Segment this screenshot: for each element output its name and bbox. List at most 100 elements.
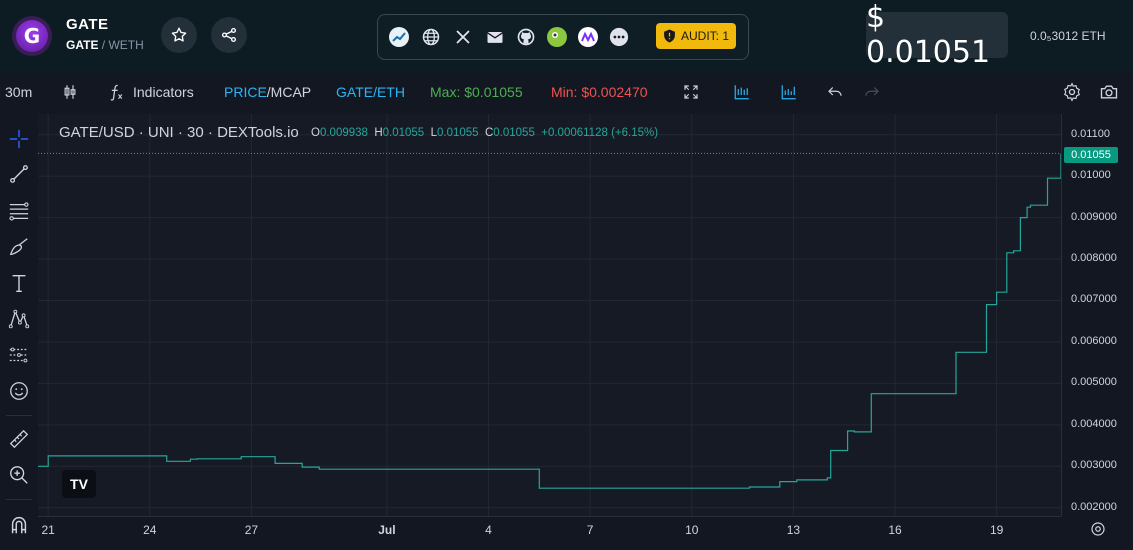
magnet-icon [11, 516, 27, 534]
chart-toolbar: 30m Indicators PRICE/MCAP GATE/ETH Max: … [0, 72, 1133, 112]
fullscreen-button[interactable] [681, 82, 701, 102]
token-logo: G [12, 16, 52, 56]
header-bar: G GATE GATE / WETH AUDIT: 1 $ 0.01051 0.… [0, 0, 1133, 72]
chart-title: GATE/USD · UNI · 30 · DEXTools.io [59, 124, 299, 141]
function-icon [110, 84, 123, 101]
redo-button[interactable] [862, 82, 882, 102]
y-tick-label: 0.01000 [1071, 169, 1111, 182]
x-tick-label: Jul [378, 523, 396, 537]
zoom-in-icon [10, 466, 28, 484]
fib-tool[interactable] [7, 199, 31, 223]
social-links-bar: AUDIT: 1 [377, 14, 749, 60]
pair-toggle[interactable]: GATE/ETH [336, 84, 405, 100]
trend-line-icon [10, 165, 28, 183]
x-tick-label: 24 [143, 523, 157, 537]
usd-price: $ 0.01051 [866, 0, 1008, 70]
website-link[interactable] [420, 26, 442, 48]
y-tick-label: 0.007000 [1071, 293, 1117, 306]
crosshair-tool[interactable] [7, 127, 31, 151]
trend-line-tool[interactable] [7, 162, 31, 186]
star-icon [171, 27, 187, 42]
zoom-tool[interactable] [7, 463, 31, 487]
line-chart-icon [781, 85, 796, 100]
price-axis[interactable]: 0.01100 0.01000 0.009000 0.008000 0.007000 0.… [1061, 114, 1133, 516]
high-value: 0.01055 [382, 127, 425, 139]
ruler-tool[interactable] [7, 427, 31, 451]
undo-button[interactable] [825, 82, 845, 102]
chart-settings-button[interactable] [1062, 82, 1082, 102]
y-tick-label: 0.004000 [1071, 417, 1117, 430]
line-view-button[interactable] [779, 82, 799, 102]
current-price-tag: 0.01055 [1064, 147, 1118, 163]
mail-icon [487, 32, 503, 43]
max-price: Max: $0.01055 [430, 84, 523, 100]
y-tick-label: 0.01100 [1071, 127, 1110, 140]
tradingview-logo[interactable]: TV [62, 470, 96, 498]
magnet-tool[interactable] [7, 513, 31, 537]
price-mcap-toggle[interactable]: PRICE/MCAP [224, 84, 311, 100]
indicators-button[interactable]: Indicators [133, 84, 194, 100]
price-label[interactable]: PRICE [224, 84, 267, 100]
price-chart[interactable] [38, 114, 1061, 516]
audit-label: AUDIT: 1 [680, 29, 729, 43]
x-tick-label: 13 [786, 523, 801, 537]
time-axis[interactable]: 21 24 27 Jul 4 7 10 13 16 19 [38, 516, 1061, 550]
github-link[interactable] [515, 26, 537, 48]
drawing-toolbar [0, 114, 38, 549]
chart-svg [38, 114, 1061, 516]
pattern-tool[interactable] [7, 307, 31, 331]
pair-separator: / [98, 38, 109, 52]
favorite-button[interactable] [161, 17, 197, 53]
x-tick-label: 21 [41, 523, 55, 537]
y-tick-label: 0.003000 [1071, 459, 1117, 472]
change-value: +0.00061128 (+6.15%) [541, 127, 659, 139]
x-icon [456, 30, 470, 44]
share-icon [221, 27, 237, 43]
prediction-tool[interactable] [7, 343, 31, 367]
more-links-button[interactable] [608, 26, 630, 48]
chart-type-button[interactable] [60, 82, 80, 102]
bars-view-button[interactable] [732, 82, 752, 102]
mcap-label[interactable]: /MCAP [267, 84, 311, 100]
y-tick-label: 0.005000 [1071, 376, 1117, 389]
emoji-icon [10, 382, 28, 400]
pattern-icon [8, 309, 30, 329]
coinmarketcap-link[interactable] [577, 26, 599, 48]
bars-chart-icon [734, 85, 749, 100]
interval-selector[interactable]: 30m [5, 84, 32, 100]
price-series-line [38, 153, 1061, 489]
token-logo-letter: G [16, 20, 48, 52]
pair-label: GATE / WETH [66, 38, 144, 52]
x-tick-label: 16 [888, 523, 902, 537]
coingecko-link[interactable] [546, 26, 568, 48]
gear-icon [1064, 82, 1080, 102]
coinmarketcap-icon [578, 27, 598, 47]
screenshot-button[interactable] [1099, 82, 1119, 102]
toolbar-divider [6, 499, 32, 500]
audit-badge[interactable]: AUDIT: 1 [656, 23, 736, 49]
undo-icon [828, 87, 842, 96]
camera-icon [1100, 85, 1118, 99]
brush-icon [9, 238, 28, 255]
brush-tool[interactable] [7, 235, 31, 259]
text-tool[interactable] [7, 271, 31, 295]
fullscreen-icon [684, 85, 698, 99]
github-icon [517, 28, 535, 46]
open-label: O [311, 127, 320, 139]
indicators-icon-wrap[interactable] [106, 82, 126, 102]
toolbar-divider [6, 415, 32, 416]
dextools-link[interactable] [388, 26, 410, 48]
share-button[interactable] [211, 17, 247, 53]
x-link[interactable] [452, 26, 474, 48]
prediction-icon [9, 347, 29, 363]
x-tick-label: 7 [586, 523, 594, 537]
x-tick-label: 4 [485, 523, 492, 537]
eth-price: 0.0₅3012 ETH [1030, 29, 1106, 43]
pair-quote: WETH [108, 38, 144, 52]
axis-settings-button[interactable] [1088, 519, 1108, 539]
x-tick-label: 19 [989, 523, 1004, 537]
globe-icon [422, 28, 440, 46]
emoji-tool[interactable] [7, 379, 31, 403]
email-link[interactable] [484, 26, 506, 48]
y-tick-label: 0.008000 [1071, 252, 1117, 265]
